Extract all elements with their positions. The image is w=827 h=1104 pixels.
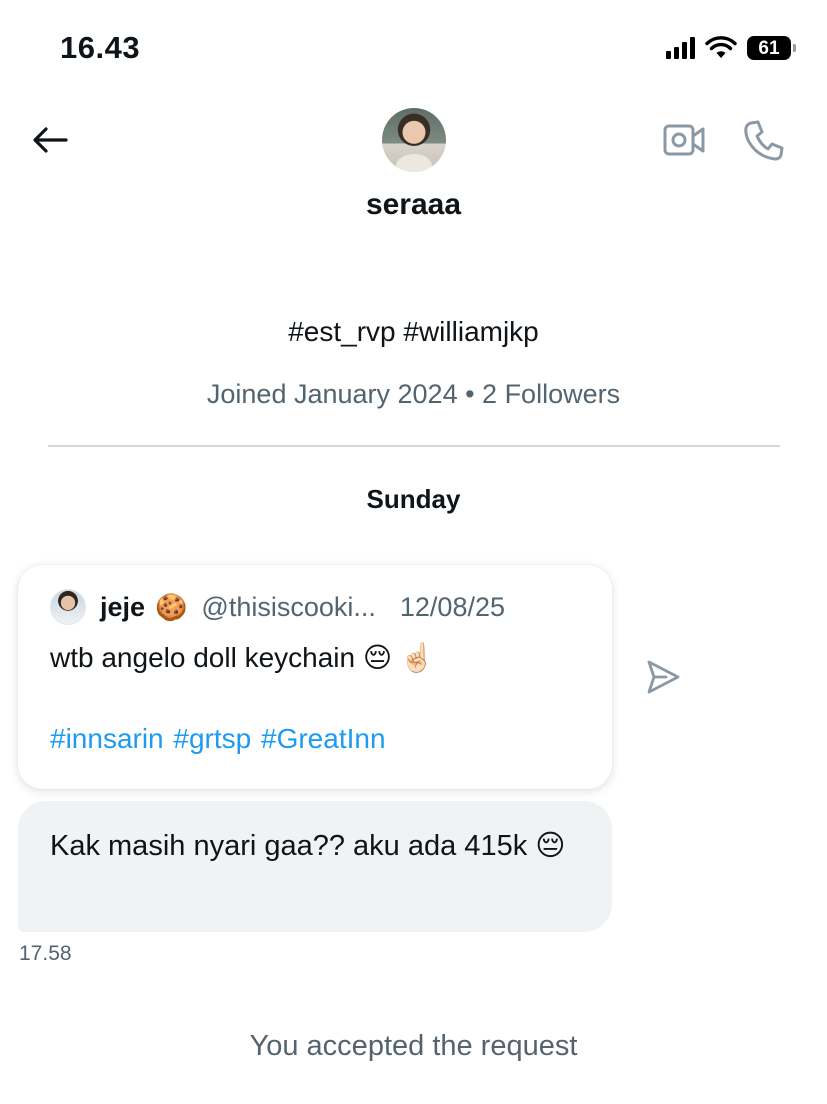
wifi-icon (705, 36, 737, 60)
post-text: wtb angelo doll keychain 😔 ☝🏻 (50, 642, 435, 673)
video-camera-icon[interactable] (662, 120, 706, 160)
message-timestamp: 17.58 (19, 942, 72, 965)
status-time: 16.43 (60, 30, 141, 65)
phone-icon[interactable] (742, 118, 786, 162)
share-send-icon[interactable] (644, 658, 682, 696)
post-date: 12/08/25 (399, 591, 505, 622)
post-author-avatar (50, 589, 86, 625)
divider (48, 445, 780, 447)
cookie-emoji-icon: 🍪 (155, 591, 188, 622)
system-notice: You accepted the request (249, 1030, 578, 1062)
signal-icon (666, 37, 695, 59)
dm-conversation-screen: 16.43 61 seraaa #est_rvp #williamjkp Joi… (0, 0, 827, 1104)
post-hashtags[interactable]: #innsarin #grtsp #GreatInn (50, 723, 386, 755)
shared-post-card[interactable]: jeje 🍪 @thisiscooki... 12/08/25 wtb ange… (18, 565, 612, 789)
post-author-name: jeje (100, 591, 146, 622)
post-author-handle: @thisiscooki... (201, 591, 376, 622)
back-arrow-icon[interactable] (28, 118, 72, 162)
battery-icon: 61 (747, 36, 796, 60)
status-icons: 61 (666, 36, 796, 60)
day-separator: Sunday (366, 484, 461, 514)
message-bubble[interactable]: Kak masih nyari gaa?? aku ada 415k 😔 (18, 801, 612, 932)
profile-bio: #est_rvp #williamjkp (288, 316, 539, 347)
avatar[interactable] (382, 108, 446, 172)
conversation-title[interactable]: seraaa (0, 188, 827, 222)
shared-post-header: jeje 🍪 @thisiscooki... 12/08/25 (50, 589, 505, 625)
profile-meta: Joined January 2024 • 2 Followers (206, 379, 621, 409)
